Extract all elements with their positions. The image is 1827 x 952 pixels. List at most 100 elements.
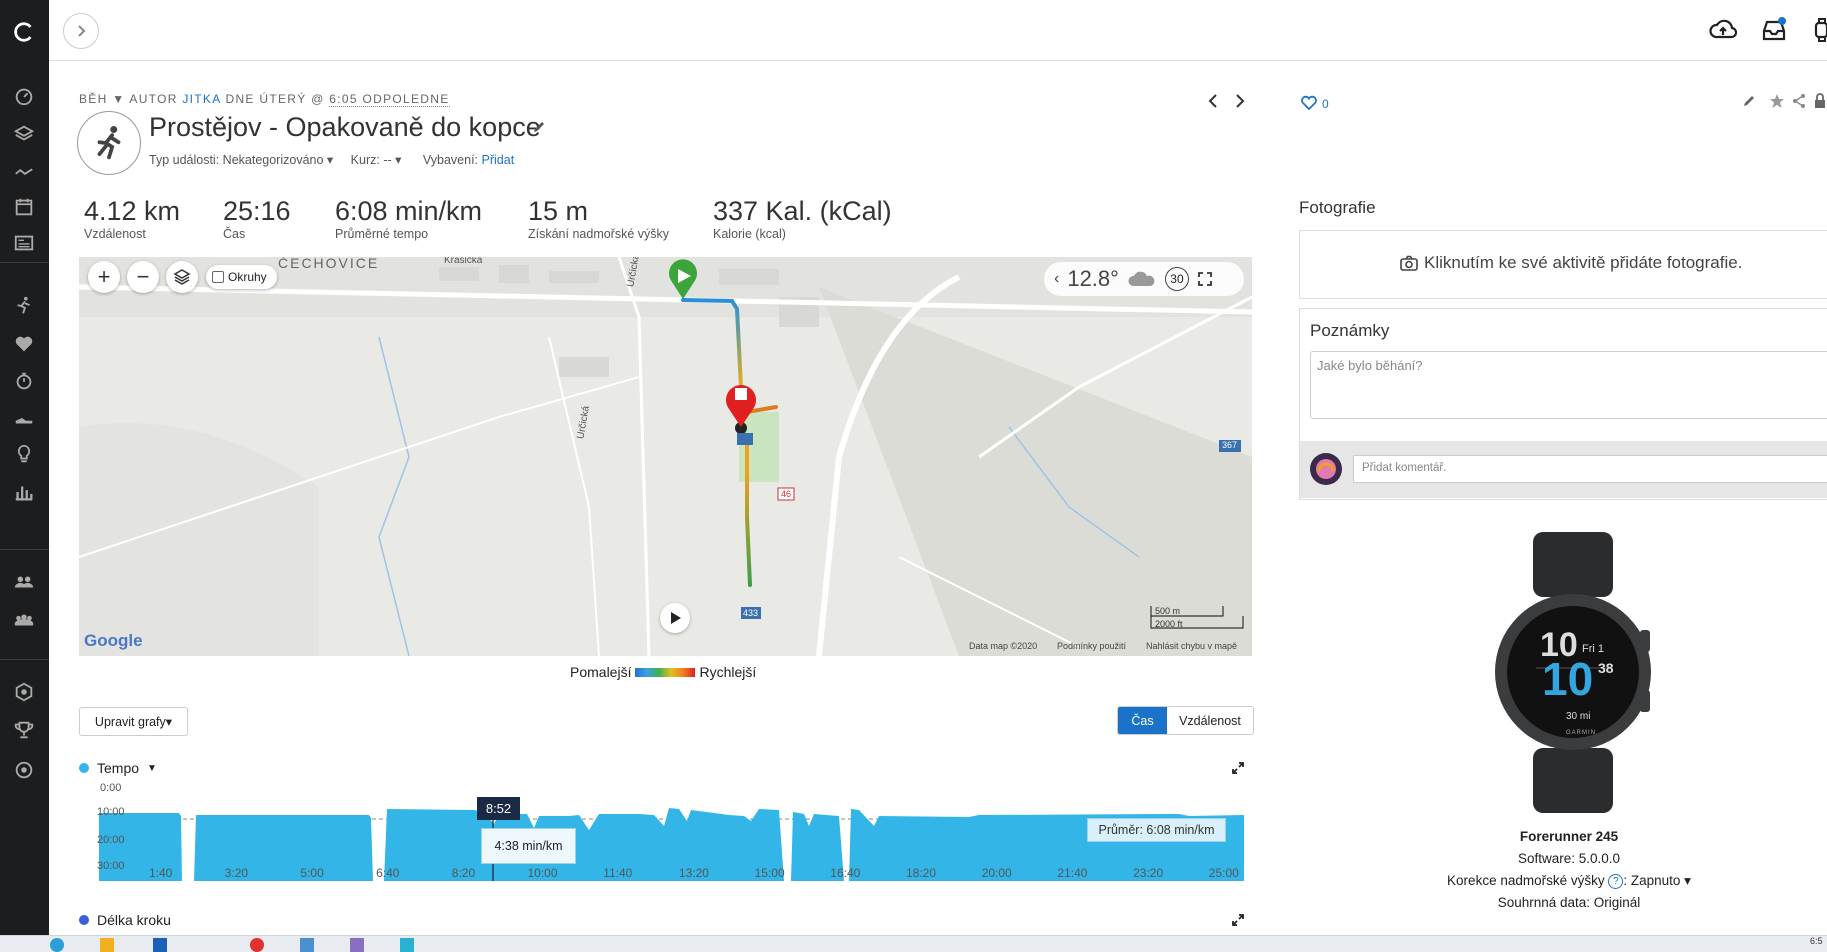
activity-subline: Typ události: Nekategorizováno ▾ Kurz: -… [149, 153, 515, 167]
edit-pencil-icon[interactable] [1742, 94, 1756, 108]
gear-shoe-icon[interactable] [10, 404, 38, 432]
zoom-in-button[interactable]: + [88, 261, 120, 293]
x-tick: 15:00 [754, 866, 785, 880]
minus-icon: − [136, 264, 150, 289]
training-stopwatch-icon[interactable] [10, 367, 38, 395]
watch-big-number: 10 [1542, 653, 1594, 705]
watch-device-icon[interactable] [1813, 17, 1827, 43]
device-software: Software: 5.0.0.0 [1517, 851, 1621, 866]
y-tick-3: 30:00 [97, 860, 125, 872]
elevation-correction-value[interactable]: : Zapnuto [1623, 873, 1680, 888]
calendar-icon[interactable] [10, 193, 38, 221]
stat-avg-pace: 6:08 min/km Průměrné tempo [335, 196, 483, 241]
play-route-button[interactable] [660, 603, 690, 633]
toggle-time-button[interactable]: Čas [1118, 707, 1167, 734]
activity-title: Prostějov - Opakovaně do kopce [149, 112, 541, 142]
next-activity-icon[interactable] [1234, 93, 1246, 109]
dashboard-icon[interactable] [10, 82, 38, 110]
taskbar-app2-icon[interactable] [350, 938, 364, 952]
connections-icon[interactable] [10, 568, 38, 596]
stat-calories: 337 Kal. (kCal) Kalorie (kcal) [713, 196, 892, 241]
cursor-time-label: 8:52 [477, 797, 520, 820]
layers-icon [173, 269, 191, 285]
activity-type-caret-icon[interactable]: ▼ [112, 92, 125, 106]
taskbar-app-icon[interactable] [50, 938, 64, 952]
fullscreen-icon[interactable] [1197, 271, 1213, 287]
settings-target-icon[interactable] [10, 756, 38, 784]
event-type-caret-icon[interactable]: ▾ [323, 153, 333, 167]
like-heart-icon[interactable] [1300, 95, 1318, 111]
device-info: Forerunner 245 Software: 5.0.0.0 Korekce… [1299, 826, 1827, 914]
tempo-chart-header[interactable]: Tempo ▼ [79, 760, 157, 776]
activity-type[interactable]: BĚH [79, 92, 108, 106]
help-icon[interactable]: ? [1608, 873, 1624, 889]
elevation-correction-caret-icon[interactable]: ▾ [1680, 873, 1691, 888]
laps-checkbox[interactable] [212, 271, 224, 283]
watch-distance: 30 mi [1566, 711, 1591, 722]
reports-chart-icon[interactable] [10, 478, 38, 506]
laps-toggle[interactable]: Okruhy [206, 265, 277, 289]
edit-title-pencil-icon[interactable] [532, 120, 546, 134]
map-report-link[interactable]: Nahlásit chybu v mapě [1146, 641, 1237, 651]
stat-time: 25:16 Čas [223, 196, 291, 241]
photos-title: Fotografie [1299, 198, 1376, 217]
x-tick: 10:00 [527, 866, 558, 880]
taskbar-app3-icon[interactable] [400, 938, 414, 952]
previous-activity-icon[interactable] [1207, 93, 1219, 109]
notes-textarea[interactable]: Jaké bylo běhání? [1310, 351, 1827, 419]
author-link[interactable]: JITKA [182, 92, 221, 106]
axis-toggle: Čas Vzdálenost [1117, 706, 1254, 735]
avatar-headphones-icon [1316, 459, 1336, 479]
expand-stride-chart-icon[interactable] [1231, 913, 1245, 927]
road-46: 46 [781, 489, 792, 499]
event-type-select[interactable]: Nekategorizováno [223, 153, 324, 167]
add-photos-cta[interactable]: Kliknutím ke své aktivitě přidáte fotogr… [1400, 253, 1742, 273]
badges-hexagon-icon[interactable] [10, 678, 38, 706]
add-gear-link[interactable]: Přidat [482, 153, 515, 167]
privacy-lock-icon[interactable] [1814, 93, 1827, 109]
news-feed-icon[interactable] [10, 229, 38, 257]
x-tick: 1:40 [149, 866, 173, 880]
map-terms-link[interactable]: Podmínky použití [1057, 641, 1126, 651]
stat-elevation-gain: 15 m Získání nadmořské výšky [528, 196, 670, 241]
upload-cloud-icon[interactable] [1709, 18, 1737, 42]
road-367: 367 [1222, 440, 1238, 450]
expand-tempo-chart-icon[interactable] [1231, 761, 1245, 775]
weather-widget[interactable]: ‹ 12.8° 30 [1044, 262, 1244, 296]
photos-card[interactable]: Kliknutím ke své aktivitě přidáte fotogr… [1299, 230, 1827, 299]
route-map[interactable]: ČECHOVICE Krasická Určická Určická 367 4… [79, 257, 1252, 656]
activities-runner-icon[interactable] [10, 292, 38, 320]
insights-bulb-icon[interactable] [10, 440, 38, 468]
scale-meters: 500 m [1155, 606, 1181, 616]
tempo-caret-icon[interactable]: ▼ [147, 763, 157, 774]
taskbar-browser-icon[interactable] [250, 938, 264, 952]
taskbar-store-icon[interactable] [153, 938, 167, 952]
taskbar-window-icon[interactable] [300, 938, 314, 952]
comment-input[interactable]: Přidat komentář. [1353, 455, 1827, 483]
pace-gradient-bar [635, 667, 696, 677]
caret-down-icon: ▾ [165, 715, 173, 729]
map-layers-button[interactable] [166, 261, 198, 293]
google-logo: Google [84, 631, 143, 650]
x-tick: 20:00 [981, 866, 1012, 880]
health-heart-icon[interactable] [10, 330, 38, 358]
layers-icon[interactable] [10, 120, 38, 148]
course-caret-icon[interactable]: ▾ [392, 153, 401, 167]
inbox-tray-icon[interactable] [1761, 17, 1787, 43]
share-icon[interactable] [1791, 93, 1807, 109]
map-data-credit: Data map ©2020 [969, 641, 1038, 651]
favorite-star-icon[interactable] [1769, 93, 1785, 109]
taskbar-folder-icon[interactable] [100, 938, 114, 952]
stride-chart-header[interactable]: Délka kroku [79, 912, 171, 928]
connect-logo-icon[interactable] [10, 18, 38, 46]
like-count[interactable]: 0 [1322, 97, 1329, 111]
activity-wave-icon[interactable] [10, 158, 38, 186]
edit-charts-button[interactable]: Upravit grafy ▾ [79, 707, 188, 736]
expand-nav-button[interactable] [63, 13, 99, 49]
groups-icon[interactable] [10, 606, 38, 634]
weather-prev-icon[interactable]: ‹ [1054, 270, 1059, 288]
course-select[interactable]: -- [383, 153, 391, 167]
challenges-trophy-icon[interactable] [10, 716, 38, 744]
toggle-distance-button[interactable]: Vzdálenost [1167, 707, 1253, 734]
zoom-out-button[interactable]: − [127, 261, 159, 293]
